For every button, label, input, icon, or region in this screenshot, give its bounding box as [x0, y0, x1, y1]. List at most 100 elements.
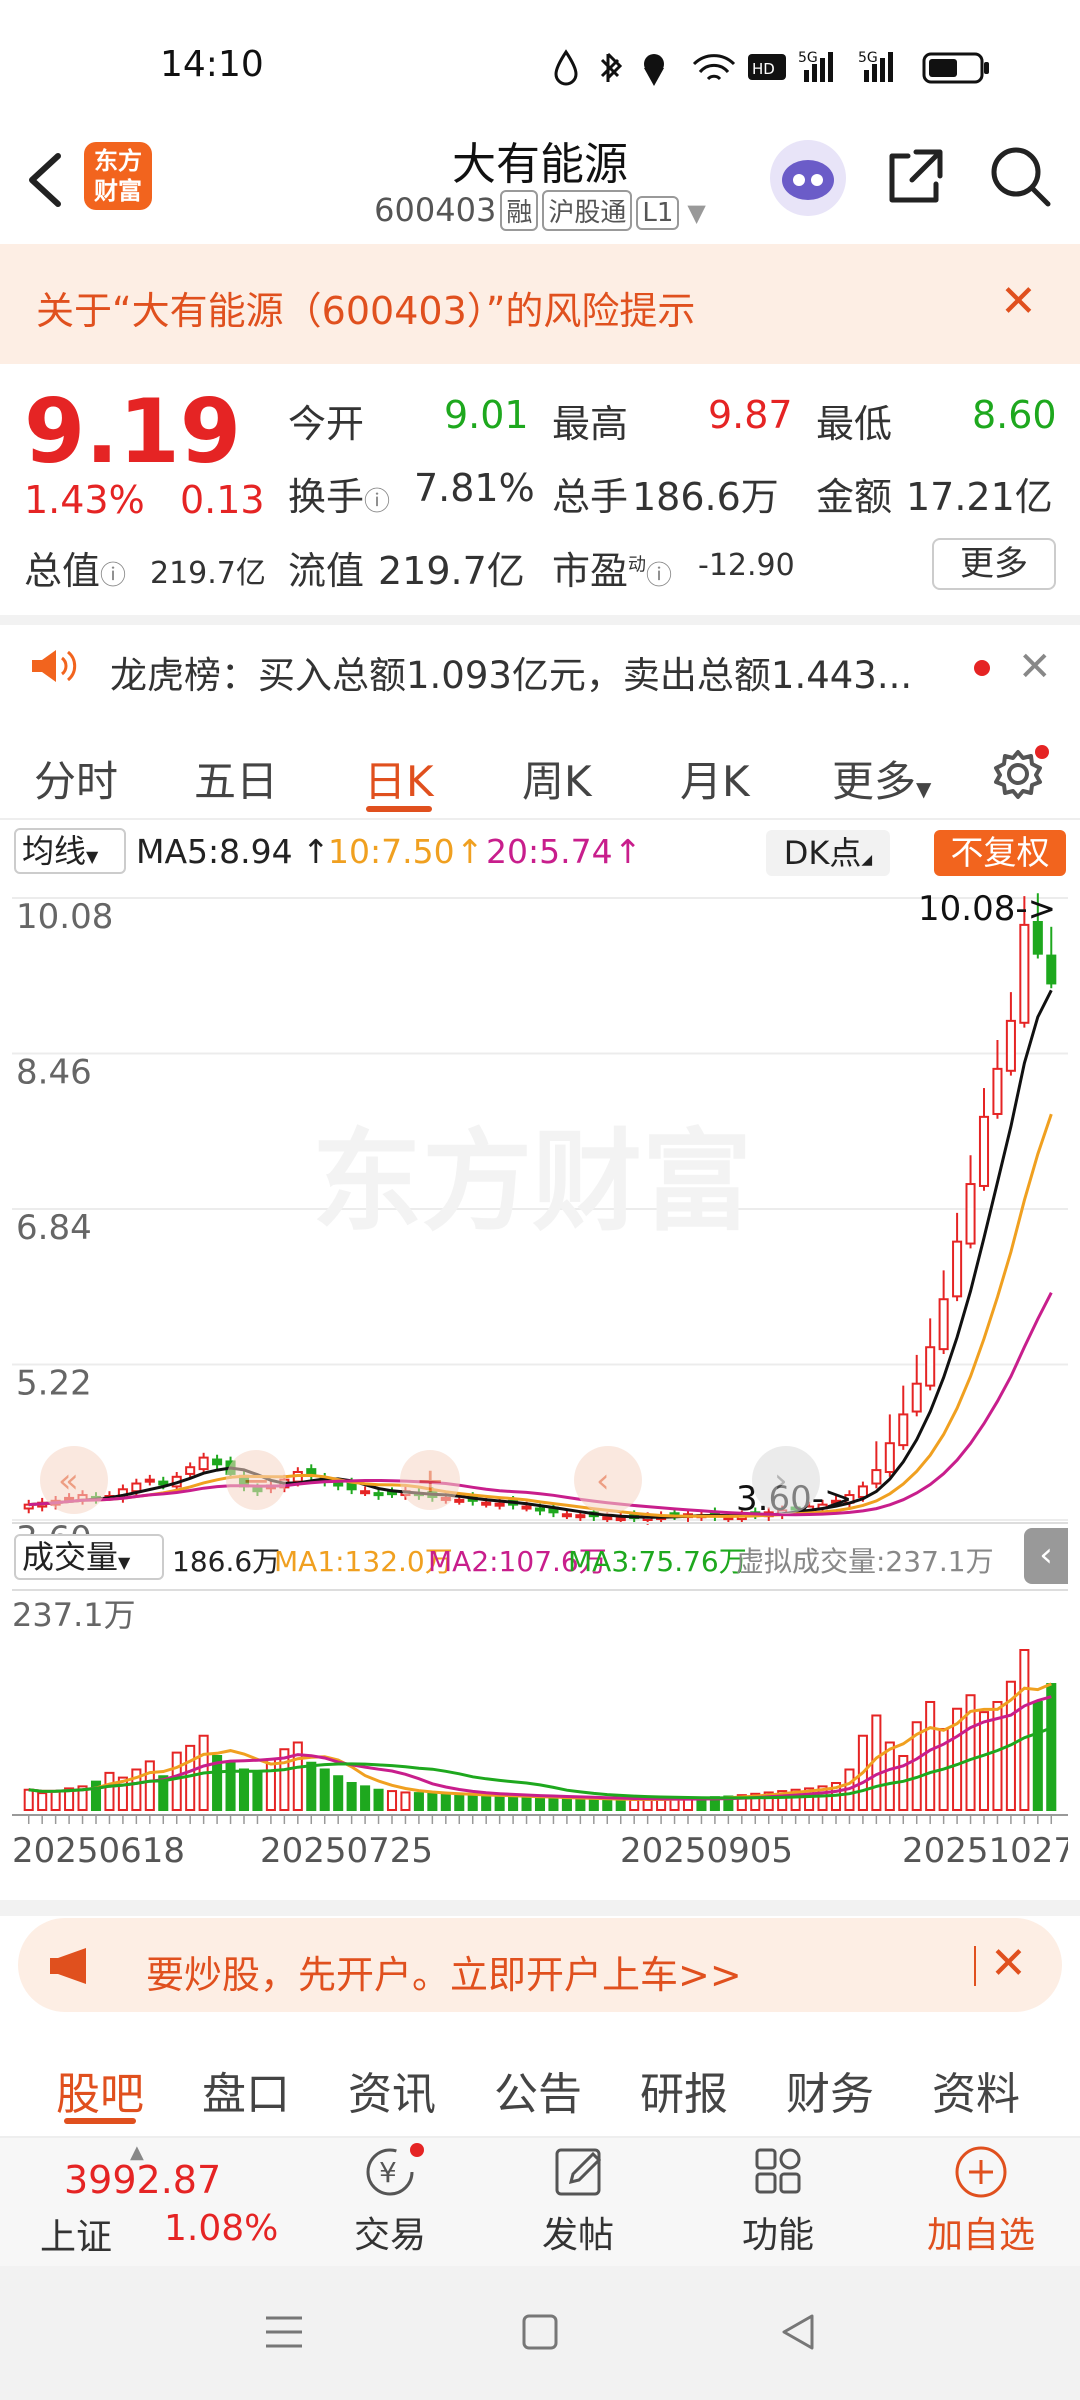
- turnover-value: 7.81%: [414, 466, 535, 510]
- dropdown-triangle-icon: ▼: [118, 1553, 131, 1572]
- tab-yuek[interactable]: 月K: [680, 748, 750, 809]
- volume-bar: [440, 1793, 451, 1812]
- function-label: 功能: [741, 2215, 814, 2256]
- tab-news[interactable]: 资讯: [348, 2058, 436, 2122]
- dropdown-triangle-icon: ▼: [916, 777, 932, 801]
- ma-selector[interactable]: 均线▼: [14, 828, 126, 874]
- volume-bar: [629, 1798, 640, 1811]
- tab-profile[interactable]: 资料: [932, 2058, 1020, 2122]
- volume-bar: [346, 1781, 357, 1812]
- search-icon[interactable]: [988, 144, 1054, 214]
- open-label: 今开: [288, 402, 365, 446]
- kline-chart[interactable]: 东方财富 10.088.466.845.223.60 10.08-> 3.60-…: [12, 880, 1068, 1900]
- info-icon[interactable]: ⓘ: [100, 561, 126, 591]
- promo-text[interactable]: 要炒股，先开户。立即开户上车>>: [146, 1944, 742, 1999]
- dropdown-triangle-icon: ▼: [86, 847, 99, 866]
- volume-bar: [1032, 1700, 1043, 1811]
- volume-bar: [548, 1796, 559, 1811]
- share-icon[interactable]: [884, 144, 948, 212]
- tab-notice[interactable]: 公告: [494, 2058, 582, 2122]
- vol-ma3: MA3:75.76万: [568, 1545, 747, 1578]
- menu-icon[interactable]: [262, 2312, 306, 2356]
- robot-assistant-icon[interactable]: [770, 140, 846, 216]
- back-nav-icon[interactable]: [778, 2312, 818, 2356]
- volume-selector[interactable]: 成交量▼: [14, 1534, 164, 1580]
- more-button[interactable]: 更多: [932, 538, 1056, 590]
- tab-more[interactable]: 更多▼: [832, 748, 931, 809]
- dragon-tiger-text[interactable]: 龙虎榜：买入总额1.093亿元，卖出总额1.443...: [110, 645, 912, 699]
- risk-notice-text[interactable]: 关于“大有能源（600403）”的风险提示: [36, 280, 695, 335]
- post-button[interactable]: 发帖: [508, 2142, 648, 2262]
- add-watchlist-button[interactable]: 加自选: [906, 2142, 1056, 2262]
- home-icon[interactable]: [520, 2312, 560, 2356]
- candle-body: [373, 1492, 384, 1497]
- pe-sup: 动: [628, 554, 647, 576]
- y-tick-label: 8.46: [16, 1053, 92, 1093]
- volume-bar: [319, 1768, 330, 1811]
- gear-icon[interactable]: [990, 744, 1050, 808]
- function-button[interactable]: 功能: [708, 2142, 848, 2262]
- volume-bar: [494, 1794, 505, 1812]
- candle-body: [144, 1478, 155, 1483]
- close-icon[interactable]: ✕: [990, 1938, 1027, 1989]
- y-tick-label: 5.22: [16, 1364, 92, 1404]
- volume-bar: [144, 1760, 155, 1811]
- info-icon[interactable]: ⓘ: [646, 561, 672, 591]
- candle-body: [978, 1115, 990, 1187]
- speaker-icon: [28, 646, 78, 690]
- tab-guba[interactable]: 股吧: [56, 2058, 144, 2122]
- volume-bar: [427, 1792, 438, 1812]
- tab-research[interactable]: 研报: [640, 2058, 728, 2122]
- unread-dot: [974, 660, 990, 676]
- volume-bar: [588, 1798, 599, 1811]
- dk-point-button[interactable]: DK点◢: [766, 830, 890, 876]
- tab-zhouk[interactable]: 周K: [522, 748, 592, 809]
- volume-bar: [615, 1798, 626, 1811]
- candle-body: [871, 1469, 882, 1485]
- collapse-panel-icon[interactable]: ‹: [1024, 1528, 1068, 1584]
- arrow-up-icon: ↑: [614, 832, 642, 871]
- status-icons: HD 5G 5G: [548, 46, 1028, 94]
- tab-finance[interactable]: 财务: [786, 2058, 874, 2122]
- close-icon[interactable]: ✕: [1018, 644, 1052, 690]
- candle-body: [212, 1458, 223, 1466]
- divider: [974, 1946, 976, 1986]
- candle-body: [602, 1516, 613, 1521]
- dropdown-triangle-icon: ▼: [687, 199, 706, 227]
- no-adjust-button[interactable]: 不复权: [934, 830, 1066, 876]
- candle-body: [911, 1382, 922, 1413]
- tab-pankou[interactable]: 盘口: [202, 2058, 290, 2122]
- candle-body: [965, 1183, 976, 1245]
- amount-label: 金额: [816, 475, 893, 519]
- volume-bar: [602, 1798, 613, 1811]
- volume-bar: [481, 1795, 492, 1811]
- megaphone-icon: [46, 1944, 96, 1992]
- change-amt: 0.13: [180, 478, 265, 522]
- volume-bar: [265, 1758, 276, 1811]
- amount-value: 17.21亿: [906, 475, 1053, 519]
- ma20-value: 20:5.74: [486, 832, 613, 871]
- info-icon[interactable]: ⓘ: [364, 487, 390, 517]
- ma-selector-label: 均线: [22, 832, 87, 870]
- max-price-annotation: 10.08->: [918, 889, 1056, 929]
- volume-bar: [373, 1788, 384, 1811]
- close-icon[interactable]: ✕: [1000, 276, 1037, 327]
- candle-body: [925, 1346, 936, 1387]
- tab-rik[interactable]: 日K: [364, 748, 434, 809]
- tab-wuri[interactable]: 五日: [194, 748, 278, 809]
- candle-body: [884, 1442, 895, 1474]
- index-widget[interactable]: ▲ 3992.87 上证 1.08%: [20, 2142, 280, 2262]
- active-tab-indicator: [366, 806, 432, 812]
- volume-bar: [306, 1761, 317, 1811]
- tab-fenshi[interactable]: 分时: [34, 748, 118, 809]
- volume-value: 186.6万: [632, 475, 779, 519]
- volume-bar: [561, 1797, 572, 1811]
- trade-button[interactable]: ¥ 交易: [320, 2142, 460, 2262]
- volume-bar: [508, 1795, 519, 1811]
- low-label: 最低: [816, 402, 893, 446]
- edit-icon: [555, 2148, 602, 2196]
- vol-ma1: MA1:132.0万: [274, 1545, 453, 1578]
- candle-body: [494, 1502, 505, 1507]
- svg-text:5G: 5G: [798, 50, 818, 66]
- arrow-up-icon: ↑: [456, 832, 484, 871]
